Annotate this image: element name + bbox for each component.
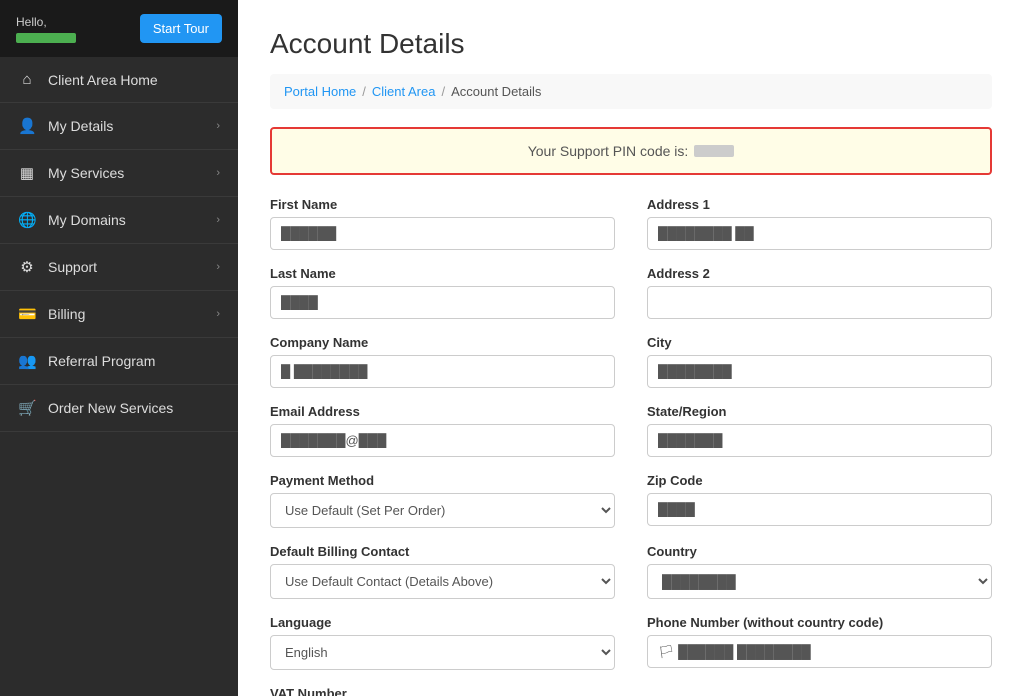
- breadcrumb-client-area[interactable]: Client Area: [372, 84, 436, 99]
- address2-label: Address 2: [647, 266, 992, 281]
- country-label: Country: [647, 544, 992, 559]
- state-region-input[interactable]: [647, 424, 992, 457]
- phone-label: Phone Number (without country code): [647, 615, 992, 630]
- zip-code-group: Zip Code: [647, 473, 992, 528]
- vat-number-label: VAT Number: [270, 686, 615, 696]
- sidebar: Hello, Start Tour ⌂ Client Area Home 👤 M…: [0, 0, 238, 696]
- billing-icon: 💳: [18, 305, 36, 323]
- vat-number-group: VAT Number: [270, 686, 615, 696]
- pin-banner-label: Your Support PIN code is:: [528, 143, 689, 159]
- sidebar-hello: Hello,: [16, 15, 76, 43]
- sidebar-item-label: Order New Services: [48, 400, 173, 416]
- city-input[interactable]: [647, 355, 992, 388]
- chevron-right-icon: ›: [216, 120, 220, 132]
- sidebar-item-label: Client Area Home: [48, 72, 158, 88]
- pin-banner: Your Support PIN code is:: [270, 127, 992, 175]
- address1-input[interactable]: [647, 217, 992, 250]
- last-name-label: Last Name: [270, 266, 615, 281]
- payment-method-select[interactable]: Use Default (Set Per Order): [270, 493, 615, 528]
- sidebar-item-label: Billing: [48, 306, 85, 322]
- city-group: City: [647, 335, 992, 388]
- city-label: City: [647, 335, 992, 350]
- sidebar-header: Hello, Start Tour: [0, 0, 238, 57]
- phone-group: Phone Number (without country code): [647, 615, 992, 670]
- first-name-input[interactable]: [270, 217, 615, 250]
- phone-input[interactable]: [647, 635, 992, 668]
- payment-method-label: Payment Method: [270, 473, 615, 488]
- company-name-input[interactable]: [270, 355, 615, 388]
- breadcrumb-sep-2: /: [441, 84, 445, 99]
- sidebar-item-label: My Services: [48, 165, 124, 181]
- address1-label: Address 1: [647, 197, 992, 212]
- language-group: Language English: [270, 615, 615, 670]
- address2-group: Address 2: [647, 266, 992, 319]
- default-billing-contact-label: Default Billing Contact: [270, 544, 615, 559]
- email-group: Email Address: [270, 404, 615, 457]
- sidebar-item-my-services[interactable]: ▦ My Services ›: [0, 150, 238, 197]
- sidebar-item-label: My Details: [48, 118, 113, 134]
- start-tour-button[interactable]: Start Tour: [140, 14, 222, 43]
- company-name-group: Company Name: [270, 335, 615, 388]
- address1-group: Address 1: [647, 197, 992, 250]
- referral-icon: 👥: [18, 352, 36, 370]
- last-name-input[interactable]: [270, 286, 615, 319]
- default-billing-contact-select[interactable]: Use Default Contact (Details Above): [270, 564, 615, 599]
- zip-code-input[interactable]: [647, 493, 992, 526]
- user-icon: 👤: [18, 117, 36, 135]
- sidebar-item-support[interactable]: ⚙ Support ›: [0, 244, 238, 291]
- state-region-label: State/Region: [647, 404, 992, 419]
- sidebar-item-label: Support: [48, 259, 97, 275]
- cart-icon: 🛒: [18, 399, 36, 417]
- last-name-group: Last Name: [270, 266, 615, 319]
- sidebar-item-billing[interactable]: 💳 Billing ›: [0, 291, 238, 338]
- first-name-group: First Name: [270, 197, 615, 250]
- language-select[interactable]: English: [270, 635, 615, 670]
- support-icon: ⚙: [18, 258, 36, 276]
- chevron-right-icon: ›: [216, 214, 220, 226]
- chevron-right-icon: ›: [216, 308, 220, 320]
- pin-value: [694, 145, 734, 157]
- chevron-right-icon: ›: [216, 261, 220, 273]
- payment-method-group: Payment Method Use Default (Set Per Orde…: [270, 473, 615, 528]
- main-content: Account Details Portal Home / Client Are…: [238, 0, 1024, 696]
- breadcrumb-sep-1: /: [362, 84, 366, 99]
- sidebar-item-client-area-home[interactable]: ⌂ Client Area Home: [0, 57, 238, 103]
- sidebar-item-my-details[interactable]: 👤 My Details ›: [0, 103, 238, 150]
- sidebar-item-label: My Domains: [48, 212, 126, 228]
- sidebar-item-label: Referral Program: [48, 353, 155, 369]
- address2-input[interactable]: [647, 286, 992, 319]
- breadcrumb: Portal Home / Client Area / Account Deta…: [270, 74, 992, 109]
- email-input[interactable]: [270, 424, 615, 457]
- page-title: Account Details: [270, 28, 992, 60]
- email-label: Email Address: [270, 404, 615, 419]
- zip-code-label: Zip Code: [647, 473, 992, 488]
- hello-label: Hello,: [16, 15, 76, 29]
- breadcrumb-current: Account Details: [451, 84, 541, 99]
- first-name-label: First Name: [270, 197, 615, 212]
- chevron-right-icon: ›: [216, 167, 220, 179]
- sidebar-item-my-domains[interactable]: 🌐 My Domains ›: [0, 197, 238, 244]
- account-details-form: First Name Address 1 Last Name Address 2…: [270, 197, 992, 696]
- language-label: Language: [270, 615, 615, 630]
- home-icon: ⌂: [18, 71, 36, 88]
- company-name-label: Company Name: [270, 335, 615, 350]
- sidebar-item-referral-program[interactable]: 👥 Referral Program: [0, 338, 238, 385]
- state-region-group: State/Region: [647, 404, 992, 457]
- services-icon: ▦: [18, 164, 36, 182]
- sidebar-item-order-new-services[interactable]: 🛒 Order New Services: [0, 385, 238, 432]
- country-select[interactable]: ████████: [647, 564, 992, 599]
- country-group: Country ████████: [647, 544, 992, 599]
- globe-icon: 🌐: [18, 211, 36, 229]
- sidebar-username: [16, 33, 76, 43]
- default-billing-contact-group: Default Billing Contact Use Default Cont…: [270, 544, 615, 599]
- breadcrumb-portal-home[interactable]: Portal Home: [284, 84, 356, 99]
